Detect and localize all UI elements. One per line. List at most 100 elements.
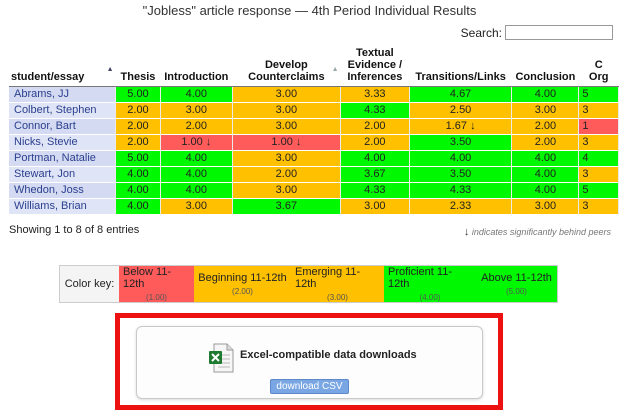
score-cell: 5 — [578, 182, 619, 199]
score-cell: 4.00 — [115, 166, 161, 183]
color-key-swatch-label: Proficient 11-12th — [388, 266, 452, 290]
score-cell: 3.00 — [232, 86, 342, 103]
score-cell: 4.00 — [160, 166, 233, 183]
search-box: Search: — [461, 25, 613, 40]
student-name[interactable]: Whedon, Joss — [9, 182, 117, 199]
column-header-5[interactable]: Transitions/Links — [409, 40, 512, 87]
download-csv-button[interactable]: download CSV — [270, 379, 349, 394]
search-label: Search: — [460, 25, 502, 40]
color-key-swatch: Above 11-12th (5.00) — [476, 266, 557, 302]
score-cell: 2.00 — [340, 118, 410, 135]
score-cell: 2.00 — [115, 102, 161, 119]
score-cell: 3 — [578, 198, 619, 215]
score-cell: 4.00 — [340, 150, 410, 167]
column-header-label: Conclusion — [515, 70, 576, 83]
color-key-swatch-value: (4.00) — [419, 293, 441, 302]
score-cell: 4.00 — [409, 150, 513, 167]
score-cell: 4.33 — [340, 182, 410, 199]
column-header-label: Introduction — [164, 70, 229, 83]
score-cell: 3.50 — [409, 166, 513, 183]
score-cell: 4.00 — [115, 198, 161, 215]
column-header-label: Develop Counterclaims — [248, 58, 325, 83]
student-name[interactable]: Abrams, JJ — [9, 86, 117, 103]
table-header-row: student/essay ▲ Thesis Introduction Develop … — [9, 40, 619, 87]
column-header-0[interactable]: student/essay ▲ — [9, 40, 116, 87]
score-cell: 2.00 — [115, 134, 161, 151]
color-key-swatch-value: (3.00) — [327, 293, 348, 302]
score-cell: 3.00 — [232, 150, 342, 167]
score-cell: 3.00 — [511, 102, 580, 119]
color-key-swatch-value: (5.00) — [506, 287, 527, 296]
score-cell: 3 — [578, 134, 619, 151]
color-key-swatch: Beginning 11-12th (2.00) — [194, 266, 291, 302]
score-cell: 4.67 — [409, 86, 513, 103]
color-key: Color key: Below 11-12th (1.00) Beginning … — [59, 265, 558, 303]
color-key-swatch-label: Below 11-12th — [123, 266, 172, 290]
score-cell: 4.00 — [115, 182, 161, 199]
score-cell: 3 — [578, 166, 619, 183]
table-body: Abrams, JJ 5.00 4.00 3.00 3.33 4.67 4.00 5 Colbe… — [9, 86, 619, 215]
score-cell: 1.00 ↓ — [232, 134, 342, 151]
downloads-title: Excel-compatible data downloads — [240, 349, 417, 361]
sort-asc-icon: ▲ — [106, 65, 114, 73]
column-header-3[interactable]: Develop Counterclaims ▲ — [232, 40, 341, 87]
color-key-swatch-label: Above 11-12th — [481, 272, 552, 284]
downloads-panel: Excel-compatible data downloads download… — [136, 326, 483, 399]
search-input[interactable] — [505, 25, 613, 40]
table-row: Whedon, Joss 4.00 4.00 3.00 4.33 4.33 4.00 5 — [9, 182, 619, 199]
score-cell: 3.50 — [409, 134, 513, 151]
student-name[interactable]: Portman, Natalie — [9, 150, 117, 167]
color-key-swatch-label: Beginning 11-12th — [198, 272, 287, 284]
table-row: Williams, Brian 4.00 3.00 3.67 3.00 2.33 3.00 3 — [9, 198, 619, 215]
score-cell: 3.00 — [340, 198, 410, 215]
student-name[interactable]: Williams, Brian — [9, 198, 117, 215]
score-cell: 4.00 — [511, 86, 580, 103]
score-cell: 4.00 — [160, 150, 233, 167]
excel-file-icon — [209, 343, 234, 373]
score-cell: 1.67 ↓ — [409, 118, 513, 135]
student-name[interactable]: Connor, Bart — [9, 118, 117, 135]
results-table: student/essay ▲ Thesis Introduction Develop … — [9, 40, 619, 215]
student-name[interactable]: Stewart, Jon — [9, 166, 117, 183]
table-row: Stewart, Jon 4.00 4.00 2.00 3.67 3.50 4.00 3 — [9, 166, 619, 183]
entries-info: Showing 1 to 8 of 8 entries — [9, 224, 140, 236]
page-title: "Jobless" article response — 4th Period … — [142, 3, 477, 18]
score-cell: 4 — [578, 150, 619, 167]
score-cell: 2.50 — [409, 102, 513, 119]
score-cell: 2.33 — [409, 198, 513, 215]
score-cell: 3.33 — [340, 86, 410, 103]
score-cell: 2.00 — [232, 166, 342, 183]
score-cell: 2.00 — [115, 118, 161, 135]
color-key-swatch-value: (1.00) — [146, 293, 167, 302]
score-cell: 4.00 — [511, 150, 580, 167]
score-cell: 4.00 — [160, 182, 233, 199]
score-cell: 1 — [578, 118, 619, 135]
column-header-label: Transitions/Links — [415, 70, 506, 83]
table-row: Abrams, JJ 5.00 4.00 3.00 3.33 4.67 4.00 5 — [9, 86, 619, 103]
column-header-7[interactable]: C Org — [578, 40, 619, 87]
column-header-2[interactable]: Introduction — [160, 40, 233, 87]
score-cell: 4.33 — [409, 182, 513, 199]
score-cell: 2.00 — [160, 118, 233, 135]
score-cell: 3 — [578, 102, 619, 119]
table-row: Connor, Bart 2.00 2.00 3.00 2.00 1.67 ↓ 2.00 1 — [9, 118, 619, 135]
student-name[interactable]: Nicks, Stevie — [9, 134, 117, 151]
score-cell: 3.67 — [232, 198, 342, 215]
score-cell: 2.00 — [340, 134, 410, 151]
score-cell: 3.00 — [232, 118, 342, 135]
score-cell: 2.00 — [511, 134, 580, 151]
student-name[interactable]: Colbert, Stephen — [9, 102, 117, 119]
column-header-4[interactable]: Textual Evidence / Inferences — [340, 40, 410, 87]
column-header-1[interactable]: Thesis — [115, 40, 161, 87]
score-cell: 1.00 ↓ — [160, 134, 233, 151]
behind-peers-text: indicates significantly behind peers — [471, 227, 611, 237]
behind-peers-note: ↓ indicates significantly behind peers — [464, 226, 611, 238]
score-cell: 4.00 — [511, 182, 580, 199]
score-cell: 4.00 — [511, 166, 580, 183]
downloads-highlight-box: Excel-compatible data downloads download… — [115, 313, 503, 410]
score-cell: 3.00 — [232, 182, 342, 199]
column-header-label: C Org — [588, 58, 609, 83]
column-header-6[interactable]: Conclusion — [511, 40, 579, 87]
score-cell: 3.00 — [160, 102, 233, 119]
score-cell: 3.67 — [340, 166, 410, 183]
